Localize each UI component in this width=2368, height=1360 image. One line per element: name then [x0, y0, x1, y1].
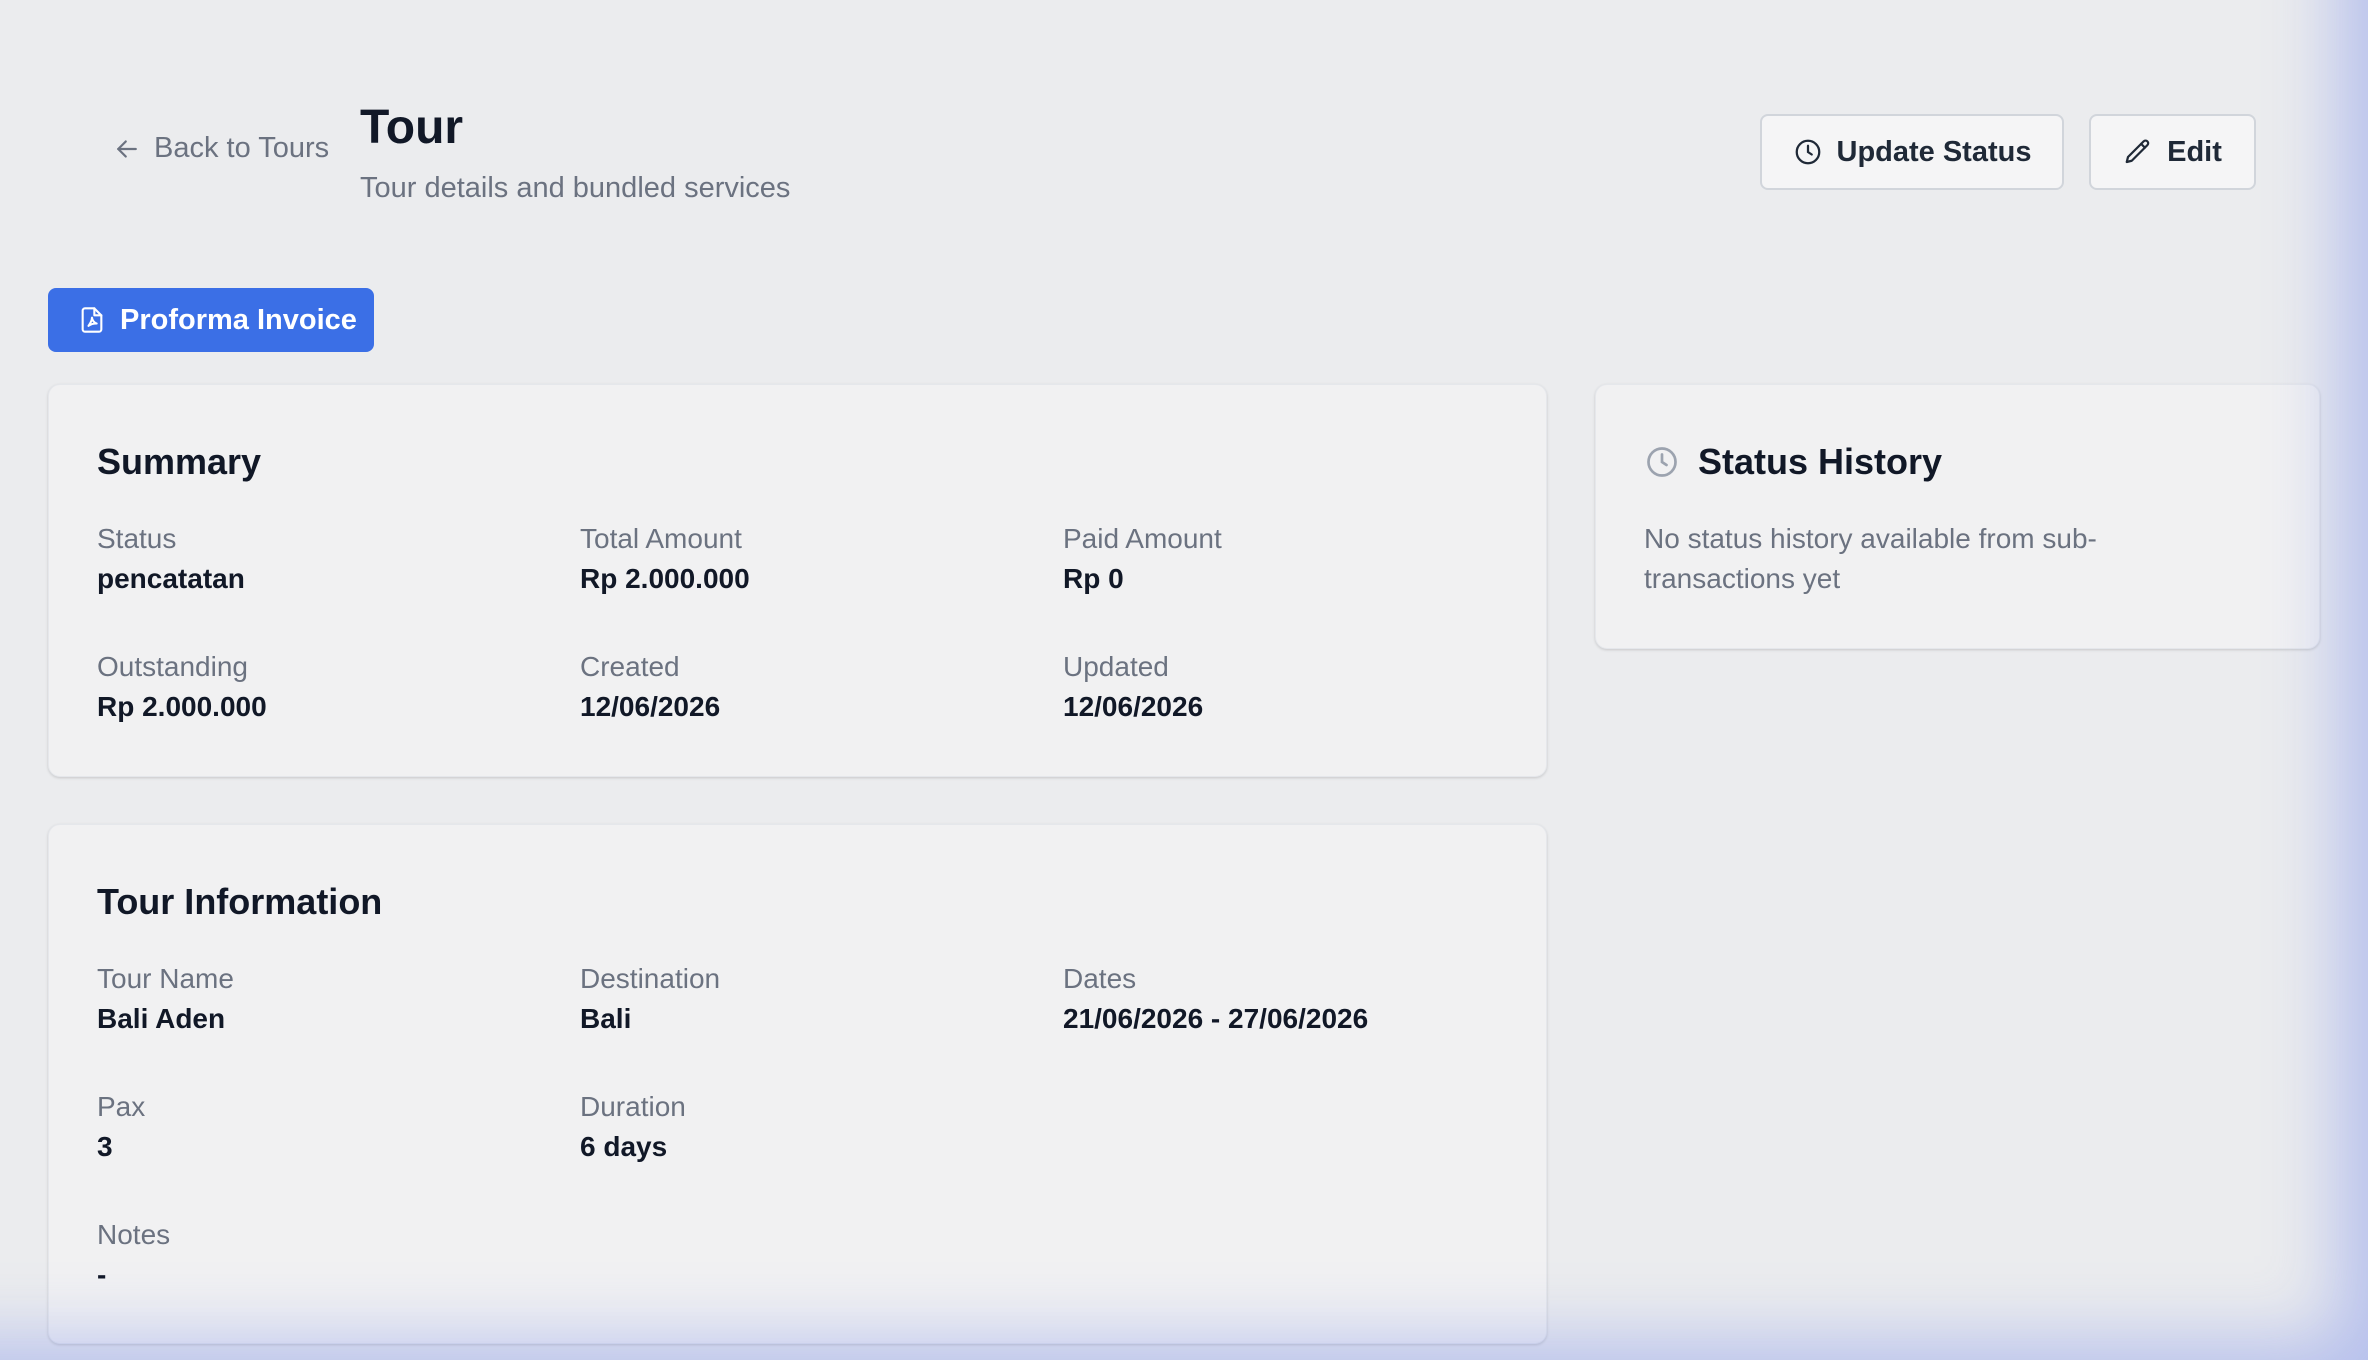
tour-information-title: Tour Information	[97, 881, 383, 922]
page-title: Tour	[360, 101, 464, 154]
field-label: Destination	[580, 963, 721, 994]
tour-field-duration: Duration 6 days	[580, 1089, 686, 1165]
tour-field-dates: Dates 21/06/2026 - 27/06/2026	[1063, 961, 1368, 1037]
field-label: Created	[580, 651, 680, 682]
proforma-invoice-label: Proforma Invoice	[120, 303, 357, 336]
arrow-left-icon	[117, 139, 137, 158]
status-history-card: Status History No status history availab…	[1595, 384, 2320, 649]
field-label: Dates	[1063, 963, 1137, 994]
field-value: pencatatan	[97, 563, 245, 594]
summary-field-total-amount: Total Amount Rp 2.000.000	[580, 521, 750, 597]
back-link-label: Back to Tours	[154, 132, 330, 164]
proforma-invoice-button[interactable]: Proforma Invoice	[48, 288, 374, 352]
field-label: Updated	[1063, 651, 1169, 682]
field-label: Status	[97, 523, 177, 554]
edit-button[interactable]: Edit	[2089, 114, 2256, 190]
tour-field-tour-name: Tour Name Bali Aden	[97, 961, 234, 1037]
edit-label: Edit	[2167, 135, 2222, 168]
field-label: Total Amount	[580, 523, 742, 554]
tour-field-pax: Pax 3	[97, 1089, 145, 1165]
tour-field-destination: Destination Bali	[580, 961, 720, 1037]
status-history-title: Status History	[1698, 441, 1943, 482]
page-subtitle: Tour details and bundled services	[360, 172, 791, 204]
field-value: Rp 0	[1063, 563, 1124, 594]
field-label: Paid Amount	[1063, 523, 1222, 554]
back-to-tours-link[interactable]: Back to Tours	[112, 132, 329, 165]
field-value: 12/06/2026	[1063, 691, 1204, 722]
summary-card: Summary Status pencatatan Total Amount R…	[48, 384, 1547, 777]
summary-title: Summary	[97, 441, 262, 482]
field-label: Tour Name	[97, 963, 234, 994]
clock-icon	[1795, 139, 1820, 165]
field-value: Bali Aden	[97, 1003, 226, 1034]
summary-field-outstanding: Outstanding Rp 2.000.000	[97, 649, 267, 725]
field-value: 21/06/2026 - 27/06/2026	[1063, 1003, 1369, 1034]
update-status-button[interactable]: Update Status	[1760, 114, 2064, 190]
field-label: Pax	[97, 1091, 146, 1122]
field-label: Notes	[97, 1219, 171, 1250]
clock-icon	[1647, 447, 1677, 477]
field-value: 6 days	[580, 1131, 668, 1162]
update-status-label: Update Status	[1836, 135, 2032, 168]
summary-field-created: Created 12/06/2026	[580, 649, 720, 725]
field-label: Outstanding	[97, 651, 248, 682]
summary-field-paid-amount: Paid Amount Rp 0	[1063, 521, 1222, 597]
status-history-header: Status History	[1644, 441, 1942, 483]
tour-field-notes: Notes -	[97, 1217, 170, 1293]
page-header: Back to Tours Tour Tour details and bund…	[0, 0, 2368, 260]
field-value: Bali	[580, 1003, 632, 1034]
field-value: 3	[97, 1131, 113, 1162]
field-label: Duration	[580, 1091, 686, 1122]
tour-information-card: Tour Information Tour Name Bali Aden Des…	[48, 824, 1547, 1344]
field-value: Rp 2.000.000	[97, 691, 267, 722]
summary-field-updated: Updated 12/06/2026	[1063, 649, 1203, 725]
field-value: -	[97, 1259, 107, 1290]
pencil-icon	[2125, 139, 2150, 164]
summary-field-status: Status pencatatan	[97, 521, 245, 597]
pdf-file-icon	[81, 307, 103, 333]
status-history-empty-text: No status history available from sub-tra…	[1644, 523, 2097, 594]
field-value: 12/06/2026	[580, 691, 721, 722]
field-value: Rp 2.000.000	[580, 563, 750, 594]
